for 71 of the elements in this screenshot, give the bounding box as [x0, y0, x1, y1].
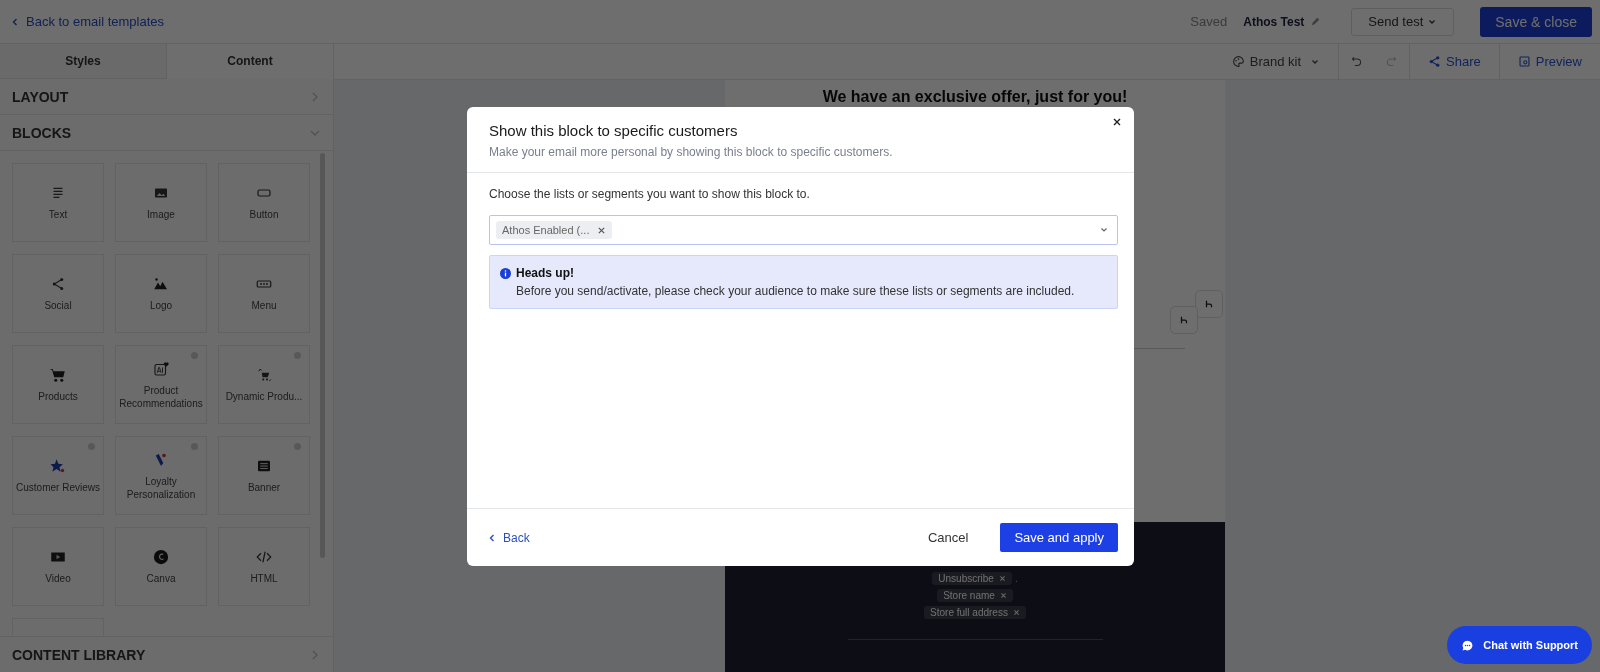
- block-tile[interactable]: Canva: [115, 527, 207, 606]
- email-headline: We have an exclusive offer, just for you!: [821, 87, 1129, 106]
- brand-kit-button[interactable]: Brand kit: [1213, 44, 1339, 79]
- alert-title: Heads up!: [516, 266, 575, 280]
- prompt-text: Choose the lists or segments you want to show this block to.: [488, 187, 811, 201]
- undo-icon[interactable]: [1350, 55, 1364, 68]
- sidebar-tab[interactable]: Styles: [0, 44, 167, 79]
- block-tile[interactable]: Menu: [218, 254, 310, 333]
- segment-chip[interactable]: Athos Enabled (...: [496, 221, 613, 239]
- branch-icon[interactable]: [1195, 290, 1223, 318]
- alert-text: Before you send/activate, please check your audience to make sure these lists or segments are included.: [516, 284, 1075, 298]
- star-icon: [49, 457, 67, 475]
- block-tile[interactable]: Video: [12, 527, 104, 606]
- remove-icon[interactable]: [597, 225, 607, 235]
- block-tile[interactable]: Image: [115, 163, 207, 242]
- branch-icon[interactable]: [1170, 306, 1198, 334]
- block-label: Logo: [149, 299, 173, 312]
- block-label: Customer Reviews: [16, 481, 100, 494]
- redo-icon[interactable]: [1385, 55, 1399, 68]
- block-label: Social: [44, 299, 72, 312]
- block-label: Dynamic Produ...: [225, 390, 303, 403]
- block-label: Menu: [251, 299, 277, 312]
- block-label: Image: [147, 208, 175, 221]
- back-link[interactable]: Back: [487, 530, 530, 545]
- block-tile[interactable]: Product Recommendations: [115, 345, 207, 424]
- pencil-icon[interactable]: [1310, 16, 1322, 27]
- info-icon: [500, 268, 511, 279]
- send-test-button[interactable]: Send test: [1351, 7, 1455, 36]
- preview-icon: [1517, 55, 1531, 68]
- chevron-left-icon: [10, 16, 20, 27]
- block-label: Products: [38, 390, 78, 403]
- block-label: HTML: [250, 572, 278, 585]
- merge-tag[interactable]: Store full address: [924, 606, 1026, 619]
- close-icon[interactable]: [1112, 117, 1122, 127]
- block-label: Video: [45, 572, 71, 585]
- chat-bubble-icon: [1461, 638, 1475, 652]
- block-tile[interactable]: Banner: [218, 436, 310, 515]
- cart-icon: [49, 366, 67, 384]
- chat-support-button[interactable]: Chat with Support: [1447, 626, 1592, 664]
- block-label: Product Recommendations: [118, 383, 204, 410]
- modal-title: Show this block to specific customers: [489, 122, 739, 139]
- block-label: Banner: [247, 481, 281, 494]
- ai-icon: [152, 359, 170, 378]
- save-close-button[interactable]: Save & close: [1480, 6, 1592, 37]
- merge-tag[interactable]: Unsubscribe: [932, 572, 1012, 585]
- block-tile[interactable]: Button: [218, 163, 310, 242]
- chevron-left-icon: [487, 532, 497, 543]
- block-tile[interactable]: Loyalty Personalization: [115, 436, 207, 515]
- preview-button[interactable]: Preview: [1499, 44, 1600, 79]
- merge-tag[interactable]: Store name: [937, 589, 1013, 602]
- block-tile[interactable]: Dynamic Produ...: [218, 345, 310, 424]
- block-label: Text: [48, 208, 68, 221]
- share-button[interactable]: Share: [1410, 44, 1499, 79]
- block-label: Button: [249, 208, 279, 221]
- block-tile[interactable]: Customer Reviews: [12, 436, 104, 515]
- palette-icon: [1231, 55, 1245, 68]
- block-tile[interactable]: Logo: [115, 254, 207, 333]
- share-icon: [1428, 55, 1442, 68]
- segment-select[interactable]: Athos Enabled (...: [489, 215, 1118, 245]
- block-tile[interactable]: Text: [12, 163, 104, 242]
- block-label: Loyalty Personalization: [125, 474, 197, 501]
- period-text: .: [1014, 573, 1018, 584]
- save-apply-button[interactable]: Save and apply: [1000, 523, 1118, 552]
- template-name: Athos Test: [1243, 14, 1305, 29]
- modal-subtitle: Make your email more personal by showing this block to specific customers.: [489, 145, 894, 159]
- block-tile[interactable]: HTML: [218, 527, 310, 606]
- cancel-button[interactable]: Cancel: [921, 529, 975, 546]
- block-tile[interactable]: Products: [12, 345, 104, 424]
- block-label: Canva: [146, 572, 176, 585]
- block-tile[interactable]: Social: [12, 254, 104, 333]
- back-link[interactable]: Back to email templates: [10, 14, 164, 29]
